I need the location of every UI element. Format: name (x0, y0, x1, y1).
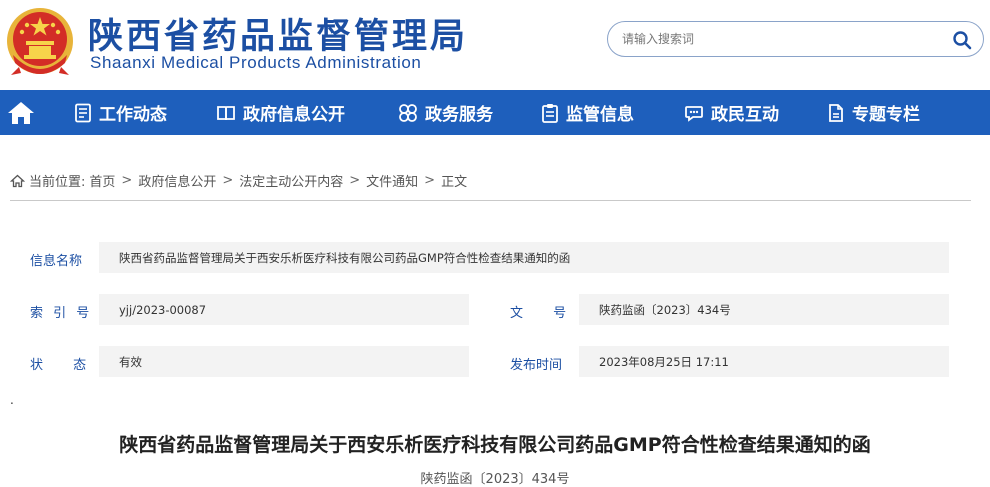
nav-item-gov-services[interactable]: 政务服务 (398, 90, 493, 135)
nav-item-label: 监管信息 (566, 105, 634, 125)
info-date-label: 发布时间 (510, 358, 563, 373)
nav-item-label: 政府信息公开 (243, 105, 345, 125)
breadcrumb-separator: > (349, 173, 361, 188)
breadcrumb-separator: > (424, 173, 436, 188)
site-title-en: Shaanxi Medical Products Administration (90, 53, 422, 72)
grid-flower-icon (399, 103, 417, 122)
breadcrumb-current: 正文 (441, 175, 468, 190)
search-input[interactable] (622, 28, 922, 50)
home-icon (10, 174, 25, 187)
nav-item-label: 政务服务 (425, 105, 493, 125)
info-index-value: yjj/2023-00087 (99, 294, 469, 325)
nav-item-supervision[interactable]: 监管信息 (541, 90, 634, 135)
chat-bubble-icon (685, 105, 703, 122)
breadcrumb-link-gov-info[interactable]: 政府信息公开 (138, 171, 216, 190)
breadcrumb-separator: > (121, 173, 133, 188)
info-docno-label: 文 号 (510, 306, 567, 321)
info-status-label: 状 态 (30, 358, 87, 373)
main-nav: 工作动态 政府信息公开 政务服务 监管信息 政民互动 专题专栏 (0, 90, 990, 135)
nav-item-special-topics[interactable]: 专题专栏 (827, 90, 920, 135)
breadcrumb-link-notices[interactable]: 文件通知 (366, 171, 418, 190)
site-header: 陕西省药品监督管理局 Shaanxi Medical Products Admi… (0, 0, 990, 90)
clipboard-icon (542, 103, 558, 123)
national-emblem-icon (7, 8, 73, 75)
info-docno-value: 陕药监函〔2023〕434号 (579, 294, 949, 325)
stray-dot: . (10, 393, 14, 407)
breadcrumb-separator: > (222, 173, 234, 188)
nav-item-interaction[interactable]: 政民互动 (684, 90, 779, 135)
breadcrumb: 当前位置: 首页 > 政府信息公开 > 法定主动公开内容 > 文件通知 > 正文 (10, 171, 467, 190)
info-name-value: 陕西省药品监督管理局关于西安乐析医疗科技有限公司药品GMP符合性检查结果通知的函 (99, 242, 949, 273)
nav-item-label: 专题专栏 (852, 105, 920, 125)
search-icon[interactable] (951, 29, 973, 51)
breadcrumb-link-home[interactable]: 首页 (89, 171, 115, 190)
breadcrumb-divider (10, 200, 971, 201)
nav-item-label: 政民互动 (711, 105, 779, 125)
book-icon (217, 105, 235, 120)
info-index-label: 索 引 号 (30, 306, 90, 321)
search-box (607, 21, 984, 57)
info-date-value: 2023年08月25日 17:11 (579, 346, 949, 377)
home-icon (8, 101, 34, 124)
info-name-label: 信息名称 (30, 254, 83, 269)
breadcrumb-link-statutory[interactable]: 法定主动公开内容 (239, 171, 343, 190)
article-title: 陕西省药品监督管理局关于西安乐析医疗科技有限公司药品GMP符合性检查结果通知的函 (119, 434, 871, 456)
info-status-value: 有效 (99, 346, 469, 377)
article-doc-number: 陕药监函〔2023〕434号 (420, 472, 570, 487)
breadcrumb-prefix: 当前位置: (29, 175, 86, 190)
document-list-icon (75, 103, 91, 122)
nav-home-button[interactable] (0, 90, 42, 135)
nav-item-label: 工作动态 (99, 105, 167, 125)
folder-icon (829, 103, 843, 122)
nav-item-work-news[interactable]: 工作动态 (74, 90, 167, 135)
nav-item-gov-info[interactable]: 政府信息公开 (216, 90, 345, 135)
site-title-cn: 陕西省药品监督管理局 (88, 17, 469, 57)
